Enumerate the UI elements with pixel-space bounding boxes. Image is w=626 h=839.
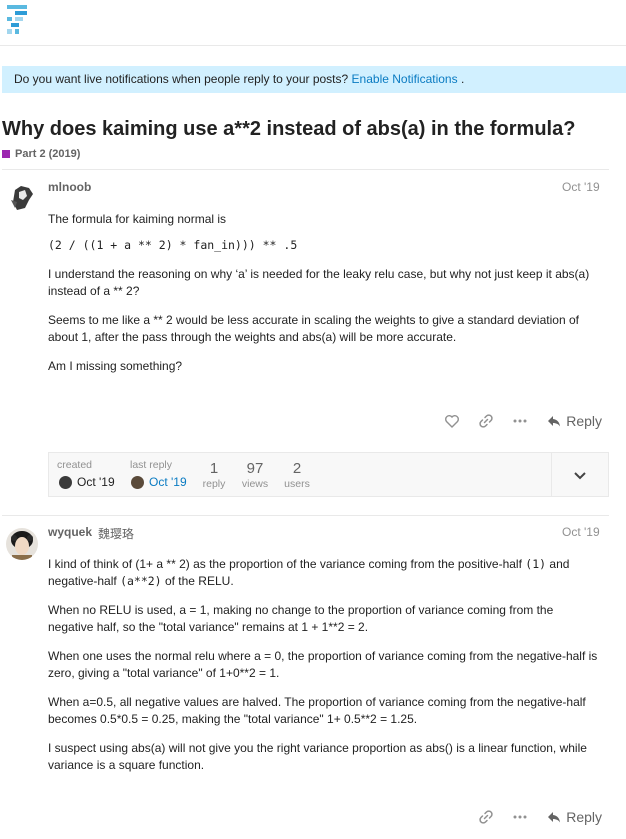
post-paragraph: Am I missing something? [48,359,183,373]
reply-button[interactable]: Reply [546,413,602,429]
reply-icon [548,812,561,823]
avatar[interactable] [7,180,39,212]
views-count: 97 [246,460,264,477]
more-icon[interactable] [512,809,528,825]
post-content: I kind of think of (1+ a ** 2) as the pr… [48,556,598,786]
topic-title[interactable]: Why does kaiming use a**2 instead of abs… [2,118,575,141]
post-paragraph: I understand the reasoning on why ‘a’ is… [48,267,590,298]
notification-text: Do you want live notifications when peop… [14,72,349,86]
post-username[interactable]: mlnoob [48,180,91,194]
created-date: Oct '19 [77,475,115,489]
replies-label: reply [202,478,226,490]
replies-count: 1 [209,460,219,477]
post-fullname[interactable]: 魏璎珞 [98,525,134,542]
enable-notifications-link[interactable]: Enable Notifications [352,72,458,86]
last-reply-date: Oct '19 [149,475,187,489]
created-label: created [57,459,93,471]
chevron-down-icon [574,471,586,479]
post-paragraph: I suspect using abs(a) will not give you… [48,741,587,772]
views-label: views [241,478,269,490]
users-label: users [284,478,310,490]
post-paragraph: The formula for kaiming normal is [48,212,227,226]
post-actions: Reply [478,809,602,825]
post-username[interactable]: wyquek [48,525,92,539]
post-paragraph: I kind of think of (1+ a ** 2) as the pr… [48,557,570,588]
avatar[interactable] [6,528,38,560]
post-content: The formula for kaiming normal is (2 / (… [48,211,598,387]
created-info[interactable]: Oct '19 [59,475,115,489]
avatar [59,475,72,489]
inline-code: (1) [525,557,547,571]
post-divider [2,515,609,516]
code-snippet: (2 / ((1 + a ** 2) * fan_in))) ** .5 [48,238,298,252]
notification-end: . [460,72,465,86]
post-actions: Reply [444,413,602,429]
post-divider [2,169,609,170]
users-count: 2 [292,460,302,477]
post-paragraph: When a=0.5, all negative values are halv… [48,695,586,726]
post-date[interactable]: Oct '19 [562,525,600,539]
post-paragraph: Seems to me like a ** 2 would be less ac… [48,313,579,344]
topic-map: created Oct '19 last reply Oct '19 1 rep… [48,452,609,497]
reply-label: Reply [566,809,602,825]
avatar [131,475,144,489]
post-date[interactable]: Oct '19 [562,180,600,194]
last-reply-info[interactable]: Oct '19 [131,475,187,489]
more-icon[interactable] [512,413,528,429]
post-paragraph: When one uses the normal relu where a = … [48,649,598,680]
category-badge[interactable]: Part 2 (2019) [2,148,80,160]
inline-code: (a**2) [120,574,162,588]
logo-icon[interactable] [7,5,29,35]
reply-label: Reply [566,413,602,429]
link-icon[interactable] [478,413,494,429]
link-icon[interactable] [478,809,494,825]
reply-icon [548,416,561,427]
heart-icon[interactable] [444,413,460,429]
category-color-square [2,150,10,158]
site-header [0,0,626,46]
last-reply-label: last reply [130,459,173,471]
post-paragraph: When no RELU is used, a = 1, making no c… [48,603,554,634]
reply-button[interactable]: Reply [546,809,602,825]
category-label: Part 2 (2019) [15,148,81,160]
expand-topic-map-button[interactable] [551,453,608,496]
notification-banner: Do you want live notifications when peop… [2,66,626,93]
